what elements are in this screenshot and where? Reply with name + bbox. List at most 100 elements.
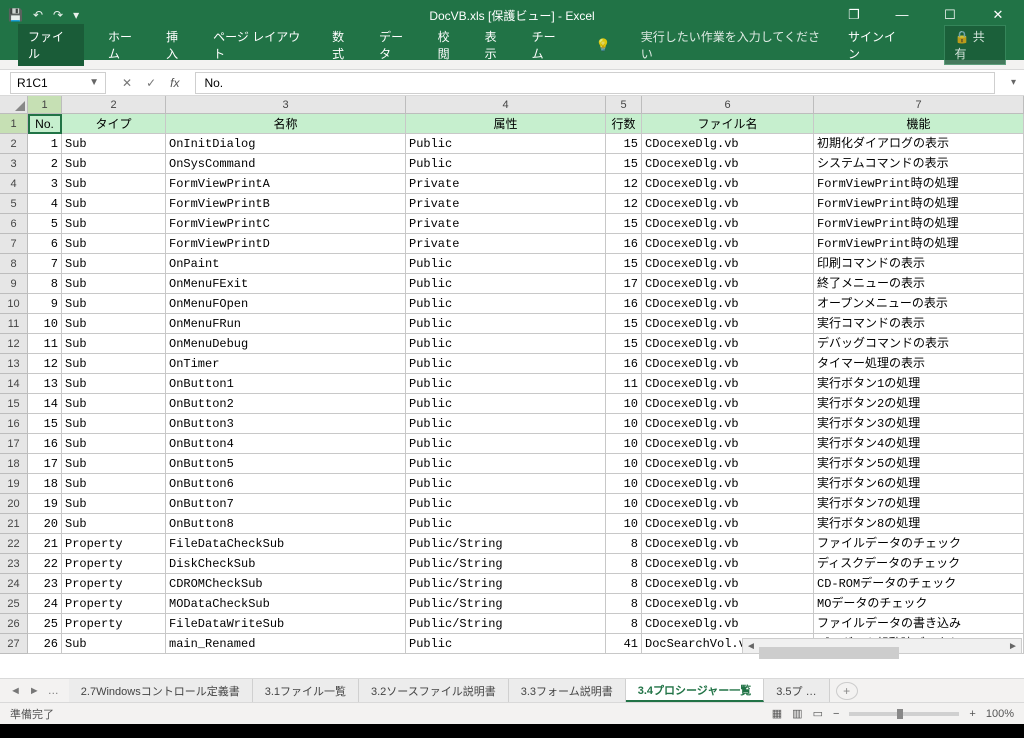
cell[interactable]: Public/String xyxy=(406,554,606,574)
header-cell[interactable]: No. xyxy=(28,114,62,134)
col-header[interactable]: 3 xyxy=(166,96,406,114)
cell[interactable]: Sub xyxy=(62,354,166,374)
cell[interactable]: 25 xyxy=(28,614,62,634)
cell[interactable]: 10 xyxy=(28,314,62,334)
cell[interactable]: FormViewPrint時の処理 xyxy=(814,174,1024,194)
cell[interactable]: OnInitDialog xyxy=(166,134,406,154)
signin-link[interactable]: サインイン xyxy=(848,28,906,62)
cell[interactable]: OnMenuFRun xyxy=(166,314,406,334)
cell[interactable]: 実行ボタン3の処理 xyxy=(814,414,1024,434)
cell[interactable]: Public xyxy=(406,374,606,394)
formula-input[interactable]: No. xyxy=(195,72,995,94)
cell[interactable]: 20 xyxy=(28,514,62,534)
cell[interactable]: CDocexeDlg.vb xyxy=(642,494,814,514)
cell[interactable]: FormViewPrint時の処理 xyxy=(814,234,1024,254)
row-header[interactable]: 20 xyxy=(0,494,28,514)
cell[interactable]: Public/String xyxy=(406,574,606,594)
cell[interactable]: CDocexeDlg.vb xyxy=(642,154,814,174)
cell[interactable]: Property xyxy=(62,534,166,554)
tab-file[interactable]: ファイル xyxy=(18,24,84,66)
cell[interactable]: 21 xyxy=(28,534,62,554)
cell[interactable]: CDocexeDlg.vb xyxy=(642,314,814,334)
cell[interactable]: 実行コマンドの表示 xyxy=(814,314,1024,334)
cell[interactable]: Sub xyxy=(62,374,166,394)
cell[interactable]: FormViewPrintB xyxy=(166,194,406,214)
cell[interactable]: Public xyxy=(406,314,606,334)
cell[interactable]: Sub xyxy=(62,394,166,414)
cell[interactable]: 終了メニューの表示 xyxy=(814,274,1024,294)
cell[interactable]: CDocexeDlg.vb xyxy=(642,554,814,574)
cell[interactable]: Private xyxy=(406,194,606,214)
cell[interactable]: Public xyxy=(406,394,606,414)
header-cell[interactable]: ファイル名 xyxy=(642,114,814,134)
cell[interactable]: 24 xyxy=(28,594,62,614)
cell[interactable]: 実行ボタン1の処理 xyxy=(814,374,1024,394)
cell[interactable]: CD-ROMデータのチェック xyxy=(814,574,1024,594)
cell[interactable]: CDocexeDlg.vb xyxy=(642,214,814,234)
cell[interactable]: OnTimer xyxy=(166,354,406,374)
row-header[interactable]: 25 xyxy=(0,594,28,614)
view-pagelayout-icon[interactable]: ▥ xyxy=(792,707,802,720)
cell[interactable]: Public xyxy=(406,454,606,474)
cell[interactable]: MOデータのチェック xyxy=(814,594,1024,614)
cell[interactable]: Sub xyxy=(62,414,166,434)
cell[interactable]: ディスクデータのチェック xyxy=(814,554,1024,574)
row-header[interactable]: 13 xyxy=(0,354,28,374)
cell[interactable]: Private xyxy=(406,214,606,234)
tab-nav-prev-icon[interactable]: ◄ xyxy=(10,685,21,697)
cell[interactable]: OnPaint xyxy=(166,254,406,274)
add-sheet-button[interactable]: + xyxy=(836,682,858,700)
cell[interactable]: システムコマンドの表示 xyxy=(814,154,1024,174)
row-header[interactable]: 16 xyxy=(0,414,28,434)
cell[interactable]: Property xyxy=(62,554,166,574)
cell[interactable]: 3 xyxy=(28,174,62,194)
zoom-slider[interactable] xyxy=(849,712,959,716)
cell[interactable]: 17 xyxy=(606,274,642,294)
cell[interactable]: Property xyxy=(62,574,166,594)
tellme-input[interactable]: 実行したい作業を入力してください xyxy=(641,28,824,62)
cell[interactable]: 11 xyxy=(28,334,62,354)
name-box-dropdown-icon[interactable]: ▼ xyxy=(89,77,99,88)
col-header[interactable]: 1 xyxy=(28,96,62,114)
cell[interactable]: 16 xyxy=(28,434,62,454)
cell[interactable]: CDocexeDlg.vb xyxy=(642,194,814,214)
cell[interactable]: 16 xyxy=(606,234,642,254)
row-header[interactable]: 11 xyxy=(0,314,28,334)
cell[interactable]: 印刷コマンドの表示 xyxy=(814,254,1024,274)
ribbon-restore-icon[interactable]: ❐ xyxy=(834,7,874,23)
cell[interactable]: CDROMCheckSub xyxy=(166,574,406,594)
close-icon[interactable]: ✕ xyxy=(978,7,1018,23)
cell[interactable]: CDocexeDlg.vb xyxy=(642,254,814,274)
cell[interactable]: 8 xyxy=(28,274,62,294)
cell[interactable]: 実行ボタン4の処理 xyxy=(814,434,1024,454)
col-header[interactable]: 6 xyxy=(642,96,814,114)
cell[interactable]: Public xyxy=(406,634,606,654)
cell[interactable]: 23 xyxy=(28,574,62,594)
cell[interactable]: ファイルデータのチェック xyxy=(814,534,1024,554)
cell[interactable]: 12 xyxy=(606,194,642,214)
name-box[interactable]: R1C1 ▼ xyxy=(10,72,106,94)
cell[interactable]: 10 xyxy=(606,474,642,494)
sheet-tab[interactable]: 2.7Windowsコントロール定義書 xyxy=(69,679,253,702)
fx-enter-icon[interactable]: ✓ xyxy=(146,76,156,90)
cell[interactable]: 実行ボタン8の処理 xyxy=(814,514,1024,534)
cell[interactable]: 15 xyxy=(606,334,642,354)
cell[interactable]: FormViewPrint時の処理 xyxy=(814,214,1024,234)
cell[interactable]: Public xyxy=(406,434,606,454)
cell[interactable]: 17 xyxy=(28,454,62,474)
cell[interactable]: OnSysCommand xyxy=(166,154,406,174)
col-header[interactable]: 5 xyxy=(606,96,642,114)
cell[interactable]: Sub xyxy=(62,254,166,274)
tab-pagelayout[interactable]: ページ レイアウト xyxy=(213,28,308,62)
cell[interactable]: 15 xyxy=(28,414,62,434)
header-cell[interactable]: 行数 xyxy=(606,114,642,134)
cell[interactable]: FormViewPrintC xyxy=(166,214,406,234)
row-header[interactable]: 7 xyxy=(0,234,28,254)
cell[interactable]: Sub xyxy=(62,634,166,654)
cell[interactable]: Public xyxy=(406,134,606,154)
cell[interactable]: OnButton8 xyxy=(166,514,406,534)
tab-nav-more-icon[interactable]: … xyxy=(48,685,59,697)
row-header[interactable]: 3 xyxy=(0,154,28,174)
save-icon[interactable]: 💾 xyxy=(8,8,23,22)
cell[interactable]: Public/String xyxy=(406,614,606,634)
